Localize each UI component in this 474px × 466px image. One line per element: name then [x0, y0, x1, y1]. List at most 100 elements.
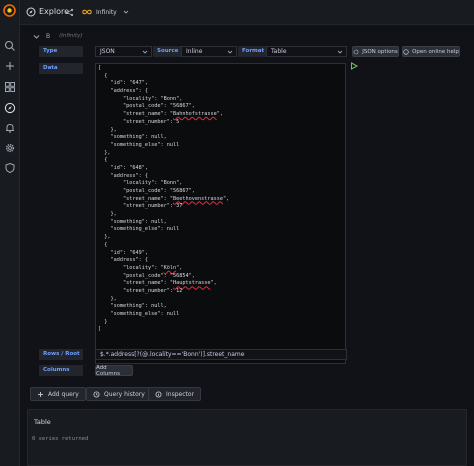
datasource-picker[interactable]: Infinity — [80, 5, 152, 19]
code-text: ", — [210, 280, 217, 287]
plus-icon[interactable] — [4, 60, 16, 72]
code-line: "postal_code": "56854", — [98, 273, 343, 281]
type-select[interactable]: JSON — [95, 46, 152, 57]
run-query-icon[interactable] — [350, 62, 358, 70]
code-text: { — [98, 157, 108, 164]
format-label: Format — [238, 46, 266, 57]
side-navigation — [0, 0, 20, 466]
format-select[interactable]: Table — [266, 46, 347, 57]
code-line: "street_number": 12 — [98, 288, 343, 296]
format-select-value: Table — [271, 48, 287, 55]
code-line: { — [98, 242, 343, 250]
code-text: "street_name": " — [98, 111, 173, 118]
gear-icon[interactable] — [4, 142, 16, 154]
code-text: "locality": " — [98, 264, 164, 271]
infinity-icon — [82, 9, 92, 15]
type-select-value: JSON — [100, 48, 115, 55]
code-text: "locality": "Bonn", — [98, 180, 183, 187]
code-line: }, — [98, 296, 343, 304]
gear-icon — [353, 49, 359, 54]
code-line: "something": null, — [98, 303, 343, 311]
rows-root-input[interactable]: $.*.address[?(@.locality=='Bonn')].stree… — [95, 349, 347, 360]
rows-root-label: Rows / Root — [39, 349, 83, 360]
code-line: "id": "649", — [98, 250, 343, 258]
spellcheck-flagged-text: Bahnhofstrasse — [172, 111, 217, 118]
source-select-value: Inline — [186, 48, 203, 55]
code-line: "something_else": null — [98, 226, 343, 234]
code-line: "address": { — [98, 173, 343, 181]
chevron-down-icon — [142, 50, 148, 54]
code-text: "id": "648", — [98, 164, 148, 171]
code-line: "postal_code": "56867", — [98, 188, 343, 196]
code-text: "id": "649", — [98, 249, 148, 256]
info-circle-icon — [155, 391, 162, 397]
query-ref-id[interactable]: B — [46, 33, 50, 40]
open-online-help-label: Open online help — [412, 48, 459, 55]
spellcheck-flagged-text: Beethovenstrasse — [172, 195, 223, 202]
code-line: "street_number": 37 — [98, 203, 343, 211]
rows-root-value: $.*.address[?(@.locality=='Bonn')].stree… — [100, 351, 245, 358]
code-line: "locality": "Köln", — [98, 265, 343, 273]
query-datasource-hint: (Infinity) — [59, 33, 83, 39]
code-text: "street_number": 5 — [98, 118, 180, 125]
code-line: "id": "647", — [98, 80, 343, 88]
code-text: "address": { — [98, 88, 148, 95]
code-text: "something": null, — [98, 218, 167, 225]
panel-title: Table — [34, 418, 51, 426]
table-results-panel: Table 0 series returned — [27, 409, 467, 466]
code-text: "postal_code": "56867", — [98, 103, 195, 110]
search-icon[interactable] — [4, 40, 16, 52]
query-history-button[interactable]: Query history — [86, 387, 152, 401]
code-line: { — [98, 157, 343, 165]
code-text: "street_name": " — [98, 195, 173, 202]
shield-icon[interactable] — [4, 162, 16, 174]
code-line: "id": "648", — [98, 165, 343, 173]
code-text: } — [98, 318, 108, 325]
code-text: "street_number": 37 — [98, 203, 183, 210]
json-options-button[interactable]: JSON options — [352, 46, 399, 57]
dashboards-icon[interactable] — [4, 81, 16, 93]
alerting-icon[interactable] — [4, 122, 16, 134]
datasource-label: Infinity — [96, 8, 117, 16]
add-query-button[interactable]: Add query — [30, 387, 86, 401]
code-text: ", — [216, 111, 223, 118]
code-line: }, — [98, 150, 343, 158]
code-text: "postal_code": "56854", — [98, 272, 195, 279]
code-line: [ — [98, 65, 343, 73]
query-row-header[interactable]: B (Infinity) — [27, 30, 467, 42]
code-text: ] — [98, 326, 102, 333]
code-text: "street_number": 12 — [98, 287, 183, 294]
inspector-button[interactable]: Inspector — [148, 387, 201, 401]
code-line: "address": { — [98, 257, 343, 265]
add-columns-button[interactable]: Add Columns — [95, 364, 133, 377]
grafana-logo-icon[interactable] — [3, 4, 16, 17]
code-text: "something_else": null — [98, 226, 180, 233]
code-text: "something_else": null — [98, 141, 180, 148]
explore-icon[interactable] — [4, 102, 16, 114]
code-line: "locality": "Bonn", — [98, 96, 343, 104]
help-icon — [403, 48, 409, 55]
add-query-label: Add query — [48, 390, 79, 398]
inspector-label: Inspector — [166, 390, 194, 398]
share-icon[interactable] — [65, 8, 74, 17]
code-text: }, — [98, 149, 111, 156]
code-text: "id": "647", — [98, 80, 148, 87]
code-text: }, — [98, 126, 117, 133]
collapse-chevron-icon[interactable] — [33, 33, 40, 40]
data-label: Data — [39, 63, 83, 74]
spellcheck-flagged-text: Köln — [163, 264, 177, 271]
type-label: Type — [39, 46, 83, 57]
plus-icon — [38, 391, 43, 397]
code-line: } — [98, 319, 343, 327]
history-icon — [93, 391, 100, 397]
source-select[interactable]: Inline — [181, 46, 237, 57]
json-data-editor[interactable]: [ { "id": "647", "address": { "locality"… — [95, 63, 346, 364]
add-columns-label: Add Columns — [96, 364, 120, 377]
code-text: ", — [176, 264, 183, 271]
chevron-down-icon — [227, 50, 233, 54]
code-text: { — [98, 241, 108, 248]
code-text: ", — [222, 195, 230, 202]
page-header: Explore Infinity — [20, 0, 474, 25]
open-online-help-button[interactable]: Open online help — [402, 46, 460, 57]
code-line: "street_name": "Hauptstrasse", — [98, 280, 343, 288]
